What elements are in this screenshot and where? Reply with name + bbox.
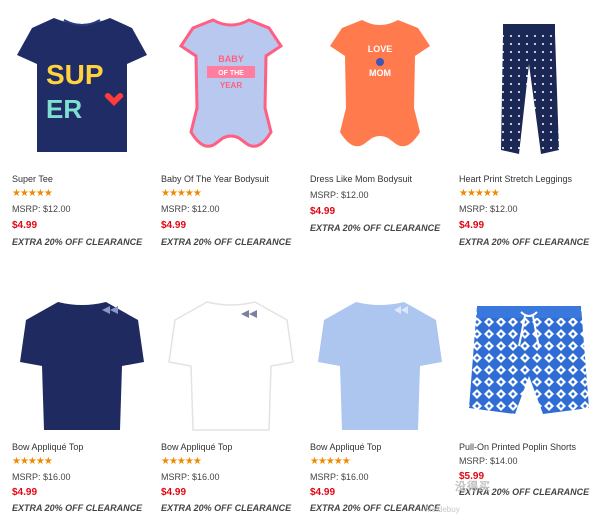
svg-text:LOVE: LOVE — [368, 44, 393, 54]
clearance-promo: EXTRA 20% OFF CLEARANCE — [12, 237, 143, 247]
svg-text:OF THE: OF THE — [218, 70, 244, 77]
product-name-shorts[interactable]: Pull-On Printed Poplin Shorts — [459, 442, 576, 452]
msrp-price: MSRP: $12.00 — [12, 204, 71, 214]
msrp-price: MSRP: $16.00 — [161, 472, 220, 482]
clearance-promo: EXTRA 20% OFF CLEARANCE — [310, 503, 441, 513]
watermark-text: Meidebuy — [425, 505, 460, 514]
product-name-bodysuit[interactable]: Baby Of The Year Bodysuit — [161, 174, 269, 184]
sale-price: $4.99 — [310, 487, 336, 498]
product-image-bodysuit[interactable]: BABY OF THE YEAR — [161, 0, 301, 160]
product-image-super-tee[interactable]: SUP ER — [12, 0, 152, 160]
clearance-promo: EXTRA 20% OFF CLEARANCE — [161, 503, 292, 513]
product-image-light-blue-bow-top[interactable] — [310, 280, 450, 440]
msrp-price: MSRP: $12.00 — [459, 204, 518, 214]
msrp-price: MSRP: $16.00 — [12, 472, 71, 482]
msrp-price: MSRP: $12.00 — [161, 204, 220, 214]
svg-text:MOM: MOM — [369, 68, 391, 78]
clearance-promo: EXTRA 20% OFF CLEARANCE — [161, 237, 292, 247]
svg-text:SUP: SUP — [46, 59, 104, 90]
rating-stars: ★★★★★ — [310, 456, 351, 467]
product-image-white-bow-top[interactable] — [161, 280, 301, 440]
product-image-leggings[interactable] — [459, 0, 599, 160]
clearance-promo: EXTRA 20% OFF CLEARANCE — [310, 223, 441, 233]
sale-price: $4.99 — [459, 220, 485, 231]
product-image-navy-bow-top[interactable] — [12, 280, 152, 440]
sale-price: $4.99 — [161, 487, 187, 498]
svg-text:YEAR: YEAR — [220, 81, 242, 90]
svg-text:ER: ER — [46, 94, 82, 124]
sale-price: $4.99 — [12, 220, 38, 231]
product-name-bow-top[interactable]: Bow Appliqué Top — [12, 442, 83, 452]
product-name-dress-like-mom[interactable]: Dress Like Mom Bodysuit — [310, 174, 412, 184]
svg-text:BABY: BABY — [218, 54, 244, 64]
sale-price: $4.99 — [12, 487, 38, 498]
sale-price: $4.99 — [161, 220, 187, 231]
msrp-price: MSRP: $12.00 — [310, 190, 369, 200]
product-image-orange-bodysuit[interactable]: LOVE MOM — [310, 0, 450, 160]
product-name-bow-top[interactable]: Bow Appliqué Top — [161, 442, 232, 452]
product-name-leggings[interactable]: Heart Print Stretch Leggings — [459, 174, 572, 184]
msrp-price: MSRP: $14.00 — [459, 456, 518, 466]
clearance-promo: EXTRA 20% OFF CLEARANCE — [12, 503, 143, 513]
rating-stars: ★★★★★ — [161, 456, 202, 467]
rating-stars: ★★★★★ — [12, 188, 53, 199]
rating-stars: ★★★★★ — [12, 456, 53, 467]
product-name-bow-top[interactable]: Bow Appliqué Top — [310, 442, 381, 452]
product-name-super-tee[interactable]: Super Tee — [12, 174, 53, 184]
rating-stars: ★★★★★ — [459, 188, 500, 199]
sale-price: $4.99 — [310, 206, 336, 217]
watermark-logo: 没得买 — [455, 481, 491, 493]
rating-stars: ★★★★★ — [161, 188, 202, 199]
msrp-price: MSRP: $16.00 — [310, 472, 369, 482]
clearance-promo: EXTRA 20% OFF CLEARANCE — [459, 237, 590, 247]
product-image-shorts[interactable] — [459, 280, 599, 440]
